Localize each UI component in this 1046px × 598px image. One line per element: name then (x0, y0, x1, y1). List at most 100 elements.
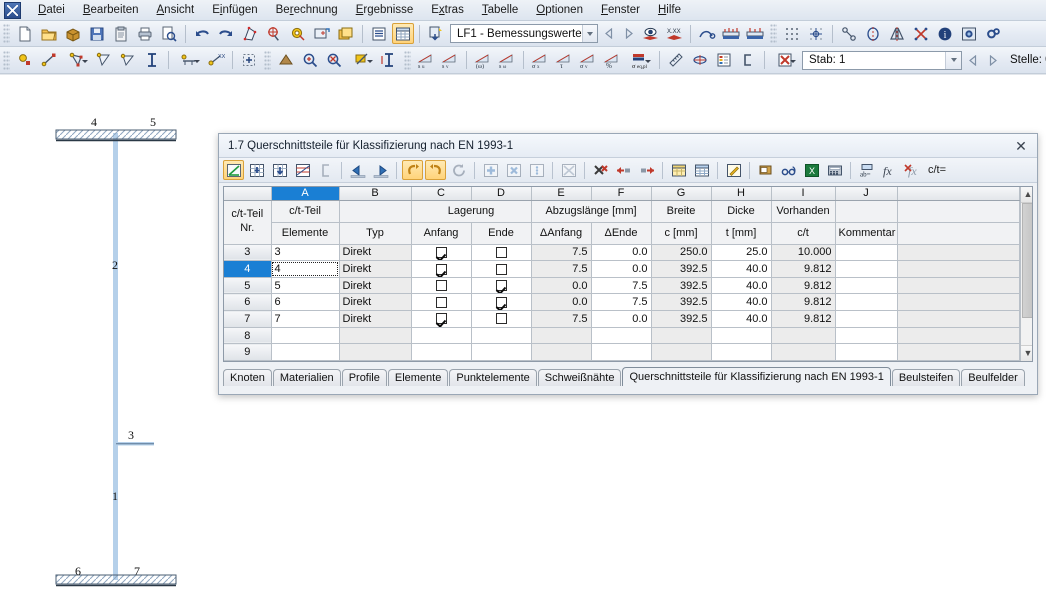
cell-dicke[interactable] (711, 343, 772, 361)
add-support-icon[interactable] (174, 50, 203, 71)
cell-typ[interactable]: Direkt (339, 277, 412, 295)
loadcase-combo[interactable]: LF1 - Bemessungswerte (450, 24, 598, 43)
add-line-icon[interactable] (38, 50, 60, 71)
cell-delta-anfang[interactable] (531, 327, 592, 345)
render-model-icon[interactable] (239, 23, 261, 44)
sigma-x-icon[interactable]: σx (529, 50, 551, 71)
edit-pen-icon[interactable] (723, 160, 744, 180)
toolbar-grip[interactable] (404, 50, 411, 70)
cell-typ[interactable]: Direkt (339, 244, 412, 262)
show-values-icon[interactable]: X.XX (663, 23, 685, 44)
clear-fx-icon[interactable]: fx (902, 160, 923, 180)
row-options-icon[interactable] (526, 160, 547, 180)
checkbox-unchecked-icon[interactable] (495, 246, 507, 258)
clipboard-icon[interactable] (110, 23, 132, 44)
cell-lagerung-ende[interactable] (471, 327, 532, 345)
cell-lagerung-anfang[interactable] (411, 293, 472, 312)
table-yellow-icon[interactable] (668, 160, 689, 180)
cell-delta-ende[interactable]: 0.0 (591, 260, 652, 278)
menu-item-ergebnisse[interactable]: Ergebnisse (347, 2, 423, 18)
cell-delta-ende[interactable]: 0.0 (591, 244, 652, 262)
column-header-g[interactable]: G (651, 187, 712, 201)
insert-row-icon[interactable] (246, 160, 267, 180)
table-row[interactable]: 8 (224, 327, 1020, 345)
cell-delta-anfang[interactable]: 7.5 (531, 260, 592, 278)
cell-elemente[interactable]: 5 (271, 277, 340, 295)
table-grid-icon[interactable] (392, 23, 414, 44)
scrollbar-thumb[interactable] (1021, 203, 1032, 318)
table-list-icon[interactable] (368, 23, 390, 44)
cell-delta-anfang[interactable]: 0.0 (531, 293, 592, 312)
cell-kommentar[interactable] (835, 260, 898, 278)
clear-results-icon[interactable] (770, 50, 799, 71)
chevron-down-icon[interactable] (945, 51, 961, 69)
row-number-cell[interactable]: 8 (224, 327, 272, 345)
edit-table-icon[interactable] (223, 160, 244, 180)
cell-lagerung-ende[interactable] (471, 260, 532, 278)
model-viewport[interactable]: 4 5 2 3 1 6 7 1.7 Querschnittsteile für … (0, 74, 1046, 598)
menu-item-hilfe[interactable]: Hilfe (649, 2, 690, 18)
cell-breite[interactable]: 392.5 (651, 293, 712, 312)
menu-item-berechnung[interactable]: Berechnung (267, 2, 347, 18)
cell-delta-ende[interactable]: 7.5 (591, 293, 652, 312)
checkbox-unchecked-icon[interactable] (495, 313, 507, 325)
cell-elemente[interactable] (271, 343, 340, 361)
menu-item-bearbeiten[interactable]: Bearbeiten (74, 2, 148, 18)
cell-kommentar[interactable] (835, 327, 898, 345)
add-row-icon[interactable] (480, 160, 501, 180)
section-view-icon[interactable] (378, 50, 400, 71)
tab-querschnittsteile-f-r-klassifizierung-nach-en-1993-1[interactable]: Querschnittsteile für Klassifizierung na… (622, 367, 891, 386)
row-number-cell[interactable]: 5 (224, 277, 272, 295)
zoom-in-icon[interactable] (299, 50, 321, 71)
data-grid[interactable]: A B C D E F G H I J c/t-Teil Nr. c/t-Tei… (223, 186, 1033, 362)
redo-icon[interactable] (215, 23, 237, 44)
cell-dicke[interactable]: 40.0 (711, 293, 772, 312)
scrollbar-track[interactable] (1020, 203, 1032, 345)
scroll-down-icon[interactable]: ▼ (1020, 345, 1032, 361)
tab-beulfelder[interactable]: Beulfelder (961, 369, 1025, 386)
support-forces-icon[interactable] (720, 23, 742, 44)
cell-lagerung-anfang[interactable] (411, 277, 472, 295)
column-header-empty[interactable] (897, 187, 1020, 201)
zoom-window-icon[interactable] (347, 50, 376, 71)
menu-item-tabelle[interactable]: Tabelle (473, 2, 527, 18)
vertical-scrollbar[interactable]: ▲ ▼ (1019, 187, 1032, 361)
cell-breite[interactable]: 392.5 (651, 260, 712, 278)
chart-table-icon[interactable] (292, 160, 313, 180)
table-row[interactable]: 3 3 Direkt 7.5 0.0 250.0 25.0 10.000 (224, 244, 1020, 262)
next-stab-icon[interactable] (983, 50, 1002, 71)
cell-ct[interactable]: 9.812 (771, 310, 836, 328)
fx-icon[interactable]: fx (879, 160, 900, 180)
cell-lagerung-anfang[interactable] (411, 327, 472, 345)
close-icon[interactable]: ✕ (1009, 136, 1033, 156)
intersect-icon[interactable] (910, 23, 932, 44)
import-data-icon[interactable] (425, 23, 447, 44)
checkbox-checked-icon[interactable] (435, 313, 447, 325)
tab-beulsteifen[interactable]: Beulsteifen (891, 369, 961, 386)
column-header-a[interactable]: A (271, 187, 340, 201)
cell-breite[interactable]: 392.5 (651, 310, 712, 328)
open-folder-icon[interactable] (38, 23, 60, 44)
tab-materialien[interactable]: Materialien (272, 369, 341, 386)
cell-lagerung-anfang[interactable] (411, 343, 472, 361)
measure-icon[interactable] (838, 23, 860, 44)
object-snap-icon[interactable] (805, 23, 827, 44)
cell-delta-ende[interactable] (591, 343, 652, 361)
clear-cells-icon[interactable] (558, 160, 579, 180)
cell-delta-anfang[interactable]: 7.5 (531, 244, 592, 262)
cell-lagerung-anfang[interactable] (411, 310, 472, 328)
add-load-icon[interactable]: XX (205, 50, 227, 71)
checkbox-checked-icon[interactable] (435, 246, 447, 258)
tab-knoten[interactable]: Knoten (223, 369, 272, 386)
cell-kommentar[interactable] (835, 244, 898, 262)
calculator-icon[interactable] (824, 160, 845, 180)
info-icon[interactable]: i (934, 23, 956, 44)
row-number-cell[interactable]: 7 (224, 310, 272, 328)
sigma-v-icon[interactable]: σv (577, 50, 599, 71)
delete-row-icon[interactable] (503, 160, 524, 180)
tau-icon[interactable]: τ (553, 50, 575, 71)
cell-lagerung-anfang[interactable] (411, 260, 472, 278)
redo-table-icon[interactable] (425, 160, 446, 180)
prev-loadcase-icon[interactable] (600, 23, 619, 44)
column-header-f[interactable]: F (591, 187, 652, 201)
